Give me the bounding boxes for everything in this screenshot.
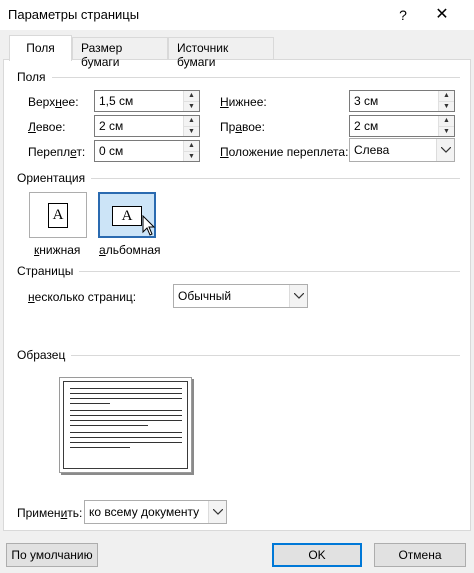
- section-divider: [71, 354, 460, 356]
- preview-line: [70, 437, 182, 438]
- orientation-section-label: Ориентация: [17, 171, 86, 185]
- spin-down-icon[interactable]: ▼: [184, 151, 199, 161]
- cancel-button[interactable]: Отмена: [374, 543, 466, 567]
- spin-down-icon[interactable]: ▼: [439, 101, 454, 111]
- window-title: Параметры страницы: [8, 7, 140, 22]
- top-margin-label: Верхнее:: [28, 95, 79, 109]
- preview-line: [70, 403, 110, 404]
- margins-section-label: Поля: [17, 70, 46, 84]
- chevron-down-icon[interactable]: [208, 501, 226, 523]
- preview-line: [70, 398, 182, 399]
- spin-up-icon[interactable]: ▲: [439, 116, 454, 127]
- tab-margins-label: Поля: [26, 41, 55, 55]
- pages-section-header: Страницы: [17, 264, 460, 278]
- preview-line: [70, 388, 182, 389]
- preview-line: [70, 415, 182, 416]
- spin-up-icon[interactable]: ▲: [439, 91, 454, 102]
- portrait-button[interactable]: A: [29, 192, 87, 238]
- section-divider: [51, 76, 460, 78]
- tab-paper-source[interactable]: Источник бумаги: [168, 37, 274, 69]
- section-divider: [91, 177, 460, 179]
- multiple-pages-label: несколько страниц:: [28, 290, 137, 304]
- top-margin-value[interactable]: 1,5 см: [95, 91, 183, 111]
- gutter-value[interactable]: 0 см: [95, 141, 183, 161]
- top-margin-spinner[interactable]: 1,5 см ▲ ▼: [94, 90, 200, 112]
- gutter-label: Переплет:: [28, 145, 86, 159]
- help-button[interactable]: ?: [391, 5, 415, 25]
- spin-up-icon[interactable]: ▲: [184, 91, 199, 102]
- preview-line: [70, 425, 148, 426]
- set-default-button[interactable]: По умолчанию: [6, 543, 98, 567]
- bottom-margin-value[interactable]: 3 см: [350, 91, 438, 111]
- tab-paper-size[interactable]: Размер бумаги: [72, 37, 168, 69]
- preview-section-header: Образец: [17, 348, 460, 362]
- multiple-pages-select[interactable]: Обычный: [173, 284, 308, 308]
- bottom-margin-label: Нижнее:: [220, 95, 267, 109]
- left-margin-spinner[interactable]: 2 см ▲ ▼: [94, 115, 200, 137]
- left-margin-label: Левое:: [28, 120, 66, 134]
- bottom-margin-spinner[interactable]: 3 см ▲ ▼: [349, 90, 455, 112]
- preview-line: [70, 447, 130, 448]
- spin-up-icon[interactable]: ▲: [184, 141, 199, 152]
- landscape-page-icon: A: [112, 206, 142, 226]
- multiple-pages-value: Обычный: [178, 289, 232, 303]
- right-margin-value[interactable]: 2 см: [350, 116, 438, 136]
- tab-margins[interactable]: Поля: [9, 35, 72, 61]
- apply-to-select[interactable]: ко всему документу: [84, 500, 227, 524]
- spin-down-icon[interactable]: ▼: [184, 126, 199, 136]
- close-button[interactable]: ✕: [430, 4, 454, 26]
- apply-to-label: Применить:: [17, 506, 83, 520]
- apply-to-value: ко всему документу: [89, 505, 200, 519]
- pages-section-label: Страницы: [17, 264, 74, 278]
- preview-line: [70, 410, 182, 411]
- gutter-position-label: Положение переплета:: [220, 145, 349, 159]
- orientation-section-header: Ориентация: [17, 171, 460, 185]
- left-margin-value[interactable]: 2 см: [95, 116, 183, 136]
- preview-page: [63, 381, 188, 469]
- gutter-spinner[interactable]: 0 см ▲ ▼: [94, 140, 200, 162]
- preview-line: [70, 420, 182, 421]
- tab-paper-size-label: Размер бумаги: [81, 41, 123, 69]
- mouse-cursor-icon: [142, 215, 156, 236]
- portrait-page-icon: A: [48, 203, 68, 228]
- landscape-label: альбомная: [99, 243, 161, 257]
- spin-down-icon[interactable]: ▼: [439, 126, 454, 136]
- spin-down-icon[interactable]: ▼: [184, 101, 199, 111]
- right-margin-spinner[interactable]: 2 см ▲ ▼: [349, 115, 455, 137]
- preview-section-label: Образец: [17, 348, 66, 362]
- section-divider: [79, 270, 460, 272]
- gutter-position-value: Слева: [354, 143, 390, 157]
- spin-up-icon[interactable]: ▲: [184, 116, 199, 127]
- preview-line: [70, 442, 182, 443]
- chevron-down-icon[interactable]: [436, 139, 454, 161]
- preview-line: [70, 432, 182, 433]
- chevron-down-icon[interactable]: [289, 285, 307, 307]
- portrait-label: книжная: [34, 243, 81, 257]
- page-preview: [59, 377, 192, 473]
- margins-section-header: Поля: [17, 70, 460, 84]
- right-margin-label: Правое:: [220, 120, 265, 134]
- ok-button[interactable]: OK: [272, 543, 362, 567]
- preview-line: [70, 393, 182, 394]
- gutter-position-select[interactable]: Слева: [349, 138, 455, 162]
